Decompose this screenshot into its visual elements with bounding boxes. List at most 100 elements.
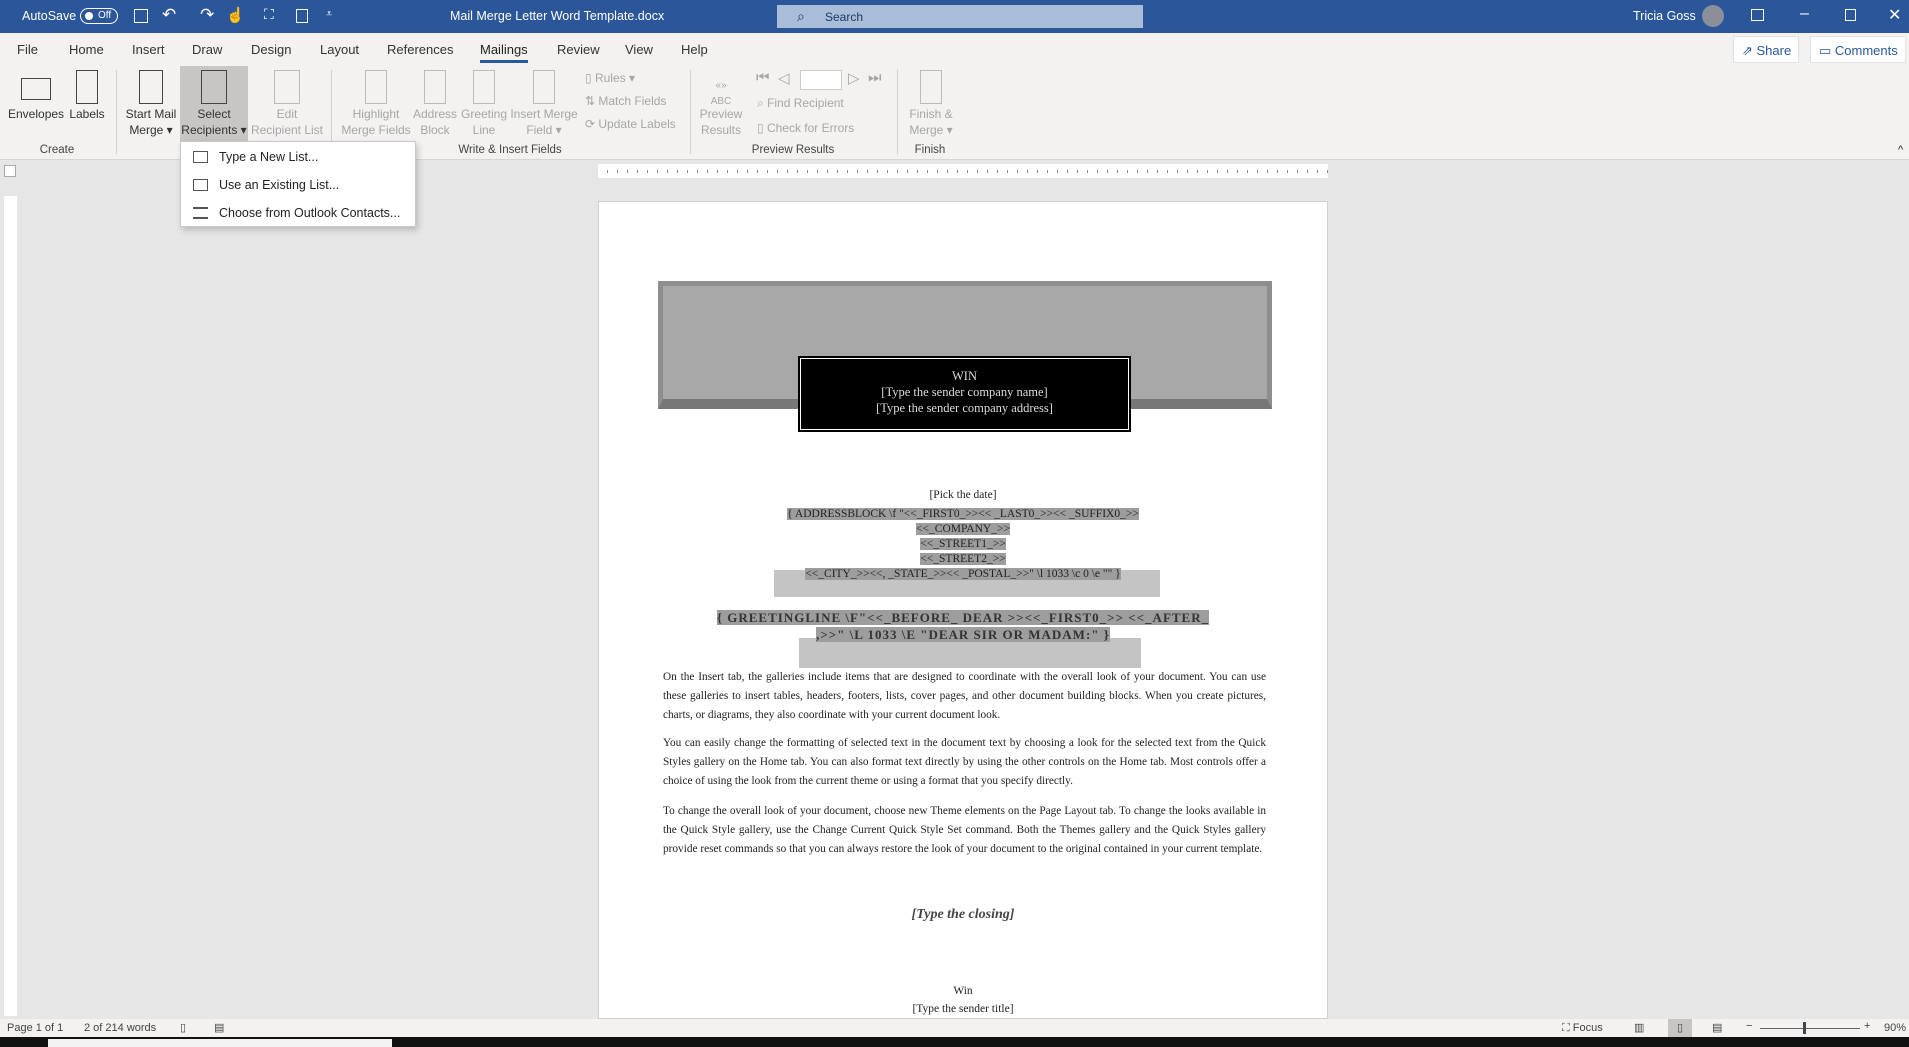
zoom-in-icon[interactable]: +: [1864, 1020, 1870, 1032]
update-labels-button[interactable]: ⟳ Update Labels: [585, 117, 676, 131]
contacts-list-icon: [193, 207, 208, 219]
tab-insert[interactable]: Insert: [132, 42, 165, 57]
page-count[interactable]: Page 1 of 1: [7, 1022, 63, 1034]
banner-text-box[interactable]: WIN [Type the sender company name] [Type…: [798, 356, 1131, 432]
address-block-button[interactable]: Address Block: [411, 70, 459, 138]
highlight-merge-fields-button[interactable]: Highlight Merge Fields: [339, 70, 413, 138]
search-input[interactable]: ⌕ Search: [777, 5, 1143, 28]
menu-item-outlook-contacts[interactable]: Choose from Outlook Contacts...: [181, 200, 415, 226]
document-title: Mail Merge Letter Word Template.docx: [450, 9, 665, 23]
ribbon-tabs: File Home Insert Draw Design Layout Refe…: [0, 33, 1909, 66]
tab-help[interactable]: Help: [681, 42, 708, 57]
preview-results-button[interactable]: «» ABC Preview Results: [696, 70, 746, 138]
zoom-level[interactable]: 90%: [1884, 1022, 1906, 1034]
comments-label: Comments: [1834, 43, 1898, 58]
title-bar: AutoSave Off ↶ ↷ ☝ ⛶ ⩡ Mail Merge Letter…: [0, 0, 1909, 33]
finish-merge-button[interactable]: Finish & Merge ▾: [903, 70, 959, 138]
body-paragraph: On the Insert tab, the galleries include…: [663, 671, 1266, 721]
group-label-write-insert: Write & Insert Fields: [458, 144, 562, 156]
menu-item-use-existing-list[interactable]: Use an Existing List...: [181, 172, 415, 198]
labels-icon: [76, 70, 98, 104]
edit-recipient-list-button[interactable]: Edit Recipient List: [250, 70, 324, 138]
tab-file[interactable]: File: [17, 42, 38, 57]
greeting-line-icon: [473, 70, 495, 104]
vertical-ruler[interactable]: [4, 196, 17, 1016]
previous-record-icon[interactable]: ◁: [778, 69, 790, 87]
last-record-icon[interactable]: ⏭: [868, 69, 882, 86]
greeting-line-button[interactable]: Greeting Line: [459, 70, 509, 138]
share-label: Share: [1756, 43, 1792, 58]
minimize-icon[interactable]: –: [1800, 5, 1809, 23]
check-errors-button[interactable]: ▯ Check for Errors: [757, 121, 854, 135]
table-icon: [193, 179, 208, 191]
accessibility-icon[interactable]: ▤: [214, 1021, 224, 1034]
body-paragraph: You can easily change the formatting of …: [663, 737, 1266, 787]
insert-merge-field-button[interactable]: Insert Merge Field ▾: [508, 70, 580, 138]
match-fields-button[interactable]: ⇅ Match Fields: [585, 94, 666, 108]
tab-view[interactable]: View: [625, 42, 653, 57]
share-button[interactable]: ⇗ Share: [1733, 36, 1799, 63]
taskbar: [0, 1037, 1909, 1047]
envelopes-button[interactable]: Envelopes: [8, 70, 64, 122]
user-name: Tricia Goss: [1633, 9, 1696, 23]
select-recipients-menu: Type a New List... Use an Existing List.…: [180, 141, 416, 227]
insert-field-icon: [533, 70, 555, 104]
autosave-state: Off: [98, 10, 112, 21]
tab-design[interactable]: Design: [251, 42, 291, 57]
group-label-finish: Finish: [914, 144, 946, 156]
start-mail-merge-button[interactable]: Start Mail Merge ▾: [122, 70, 180, 138]
record-number-input[interactable]: [800, 70, 842, 90]
focus-button[interactable]: ⛶ Focus: [1562, 1022, 1603, 1035]
banner-company-address: [Type the sender company address]: [876, 401, 1053, 415]
tab-review[interactable]: Review: [557, 42, 600, 57]
comments-button[interactable]: ▭ Comments: [1810, 36, 1906, 63]
print-layout-icon[interactable]: ▯: [1668, 1019, 1692, 1037]
highlight-icon: [365, 70, 387, 104]
status-bar: Page 1 of 1 2 of 214 words ▯ ▤ ⛶ Focus ▥…: [0, 1019, 1909, 1037]
greeting-line-field[interactable]: { GREETINGLINE \F"<<_BEFORE_ DEAR >><<_F…: [599, 609, 1327, 643]
address-block-field[interactable]: { ADDRESSBLOCK \f "<<_FIRST0_>><< _LAST0…: [599, 507, 1327, 582]
contact-icon[interactable]: [296, 9, 308, 23]
autosave-toggle[interactable]: Off: [80, 8, 118, 24]
tab-draw[interactable]: Draw: [192, 42, 222, 57]
zoom-slider-thumb[interactable]: [1803, 1022, 1806, 1034]
avatar[interactable]: [1702, 5, 1724, 27]
horizontal-ruler[interactable]: [598, 164, 1328, 178]
document-page[interactable]: WIN [Type the sender company name] [Type…: [598, 201, 1328, 1019]
customize-toolbar-icon[interactable]: ⩡: [326, 8, 332, 21]
ribbon-display-icon[interactable]: [1751, 9, 1764, 21]
first-record-icon[interactable]: ⏮: [756, 69, 770, 86]
web-layout-icon[interactable]: ▤: [1712, 1021, 1722, 1034]
zoom-slider[interactable]: [1760, 1028, 1860, 1029]
save-icon[interactable]: [134, 9, 148, 23]
search-placeholder: Search: [825, 10, 864, 24]
labels-button[interactable]: Labels: [66, 70, 108, 122]
address-block-icon: [424, 70, 446, 104]
find-recipient-button[interactable]: ⌕ Find Recipient: [757, 96, 844, 111]
collapse-ribbon-icon[interactable]: ^: [1898, 144, 1903, 156]
tab-mailings[interactable]: Mailings: [480, 42, 528, 63]
touch-mode-icon[interactable]: ☝: [226, 6, 245, 24]
sender-title-placeholder: [Type the sender title]: [912, 1003, 1014, 1015]
tab-home[interactable]: Home: [69, 42, 104, 57]
body-paragraph: To change the overall look of your docum…: [663, 805, 1266, 855]
next-record-icon[interactable]: ▷: [848, 69, 860, 87]
group-label-preview: Preview Results: [751, 144, 835, 156]
read-mode-icon[interactable]: ▥: [1634, 1021, 1644, 1034]
proofing-icon[interactable]: ▯: [180, 1021, 186, 1034]
close-icon[interactable]: ✕: [1888, 5, 1901, 25]
tab-selector[interactable]: [4, 165, 16, 177]
undo-icon[interactable]: ↶: [162, 5, 176, 25]
zoom-out-icon[interactable]: −: [1746, 1020, 1752, 1032]
rules-button[interactable]: ▯ Rules ▾: [585, 71, 635, 85]
closing-placeholder: [Type the closing]: [911, 907, 1015, 922]
word-count[interactable]: 2 of 214 words: [84, 1022, 156, 1034]
select-recipients-button[interactable]: Select Recipients ▾: [180, 70, 248, 138]
edit-list-icon: [274, 70, 300, 104]
tab-layout[interactable]: Layout: [320, 42, 359, 57]
hierarchy-icon[interactable]: ⛶: [264, 6, 274, 23]
redo-icon[interactable]: ↷: [200, 5, 214, 25]
tab-references[interactable]: References: [387, 42, 453, 57]
menu-item-type-new-list[interactable]: Type a New List...: [181, 144, 415, 170]
restore-icon[interactable]: [1845, 9, 1856, 21]
